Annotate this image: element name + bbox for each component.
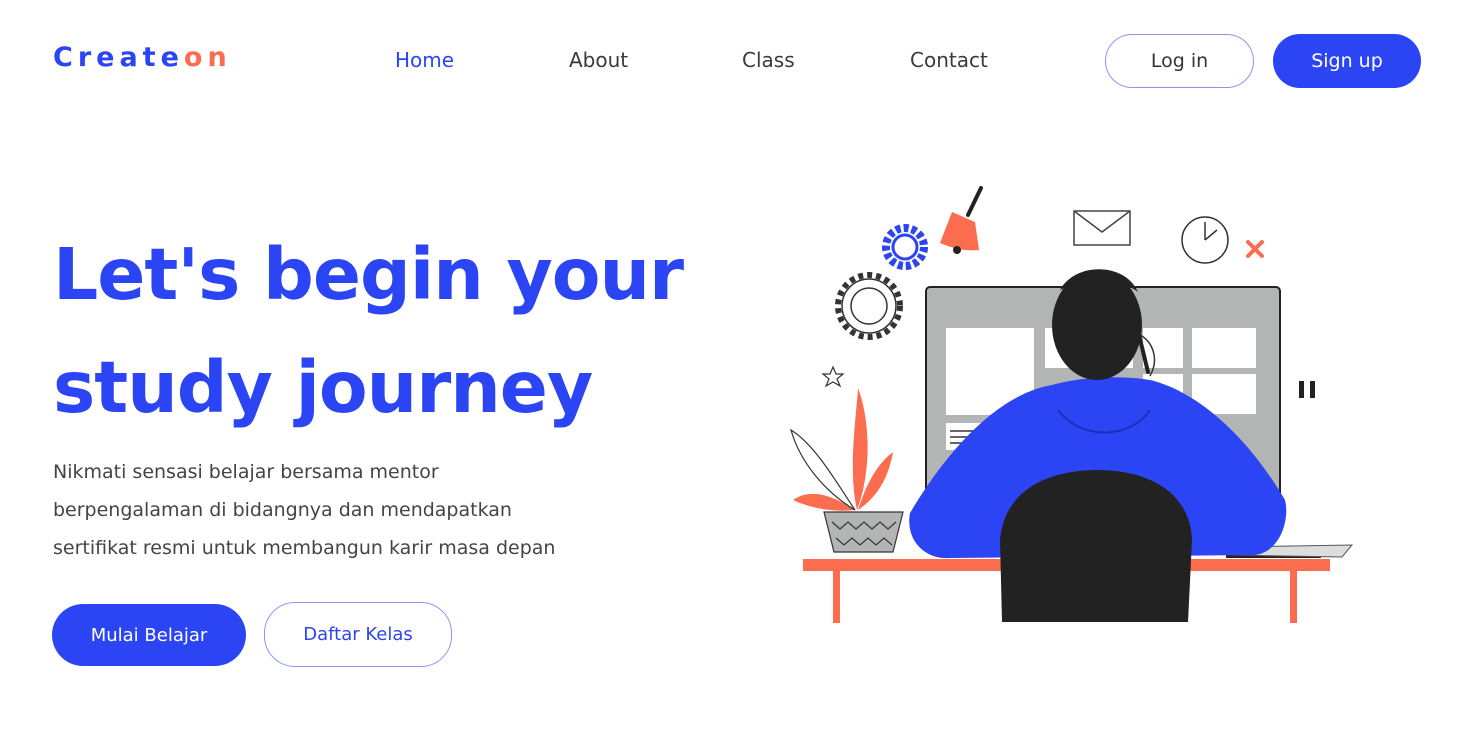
- start-learning-button[interactable]: Mulai Belajar: [52, 604, 246, 666]
- bell-icon: [940, 186, 983, 254]
- gear-icon: [882, 224, 928, 270]
- chair: [1000, 470, 1192, 622]
- brand-logo[interactable]: Createon: [53, 42, 232, 73]
- register-class-button[interactable]: Daftar Kelas: [264, 602, 452, 667]
- pause-icon: [1299, 381, 1315, 398]
- hero-description-line-3: sertifikat resmi untuk membangun karir m…: [53, 537, 556, 559]
- plant: [790, 388, 904, 553]
- nav-home[interactable]: Home: [395, 48, 454, 72]
- hero-title-line-2: study journey: [53, 346, 593, 429]
- signup-button[interactable]: Sign up: [1273, 34, 1421, 88]
- close-mark-icon: [1246, 240, 1264, 258]
- hero-description-line-1: Nikmati sensasi belajar bersama mentor: [53, 461, 439, 483]
- star-icon: [821, 365, 845, 388]
- nav-about[interactable]: About: [569, 48, 628, 72]
- mail-icon: [1073, 210, 1131, 246]
- settings-gear-icon: [835, 272, 903, 340]
- person-at-desk-illustration: [790, 186, 1354, 623]
- clock-icon: [1181, 216, 1229, 264]
- nav-class[interactable]: Class: [742, 48, 795, 72]
- brand-name-accent: on: [183, 42, 232, 73]
- hero-title: Let's begin your study journey: [53, 218, 733, 444]
- hero-description-line-2: berpengalaman di bidangnya dan mendapatk…: [53, 499, 512, 521]
- nav-contact[interactable]: Contact: [910, 48, 988, 72]
- hero-title-line-1: Let's begin your: [53, 233, 684, 316]
- brand-name-main: Create: [53, 42, 184, 73]
- login-button[interactable]: Log in: [1105, 34, 1254, 88]
- hero-description: Nikmati sensasi belajar bersama mentor b…: [53, 453, 653, 567]
